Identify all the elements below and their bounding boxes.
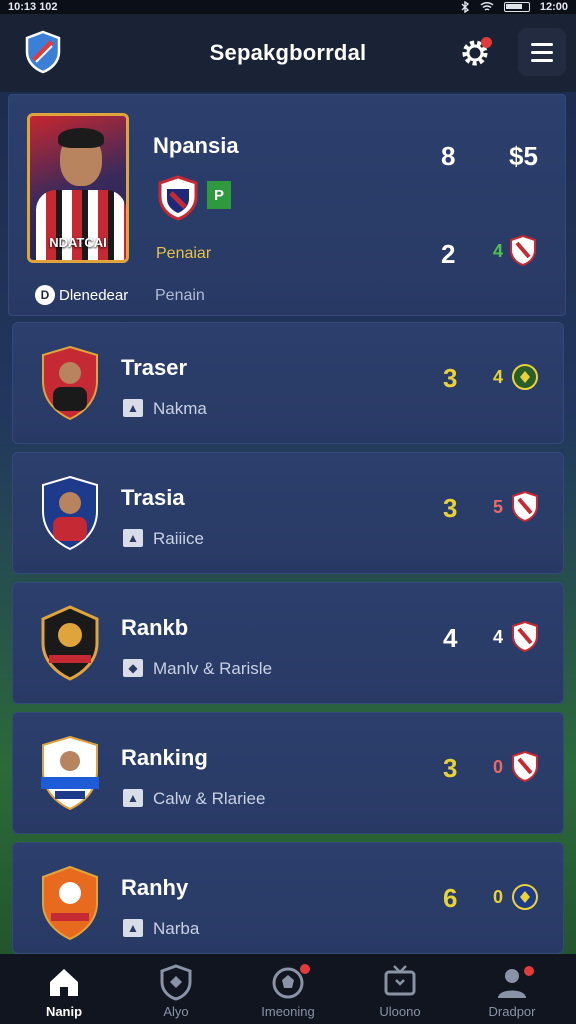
player-hair [58,128,104,148]
app-header: Sepakgborrdal [0,14,576,92]
category-icon: ▲ [123,789,143,807]
row-score: 4 [443,623,458,653]
featured-player-card[interactable]: NDATCAI Npansia P Penaiar D Dlenedear Pe… [8,94,566,316]
hamburger-line [531,50,553,54]
row-name: Trasia [121,485,185,510]
nav-matches[interactable]: Imeoning [234,954,342,1024]
ranking-row[interactable]: Ranhy ▲ Narba 6 0 [12,842,564,954]
status-bar: 10:13 102 12:00 [0,0,576,14]
featured-league: Penaiar [156,245,212,262]
ranking-row[interactable]: Rankb ◆ Manlv & Rarisle 4 4 [12,582,564,704]
row-subtitle: Raiiice [153,529,205,548]
shield-icon [160,964,192,1001]
opponent-crest-icon [512,621,538,653]
notification-dot [481,37,492,48]
nav-home[interactable]: Nanip [10,954,118,1024]
bottom-navigation: Nanip Alyo Imeoning Uloono Dradpor [0,954,576,1024]
hamburger-line [531,58,553,62]
tv-icon [384,965,416,996]
row-name: Ranhy [121,875,189,900]
ranking-row[interactable]: Ranking ▲ Calw & Rlariee 3 0 [12,712,564,834]
footer-circle-icon: D [35,285,55,305]
battery-icon [503,2,530,12]
status-right-text: 12:00 [539,1,568,13]
status-icons: 12:00 [460,1,568,13]
row-subtitle: Nakma [153,399,207,418]
row-small-stat: 5 [493,497,504,517]
status-left-text: 10:13 102 [8,1,58,13]
nav-label: Alyo [163,1004,189,1019]
nav-label: Imeoning [261,1004,315,1019]
row-name: Rankb [121,615,189,640]
team-crest-icon [42,865,98,941]
row-name: Ranking [121,745,208,770]
opponent-crest-icon [510,235,536,267]
opponent-crest-icon [512,884,538,910]
row-subtitle: Narba [153,919,200,938]
opponent-crest-icon [512,491,538,523]
nav-tv[interactable]: Uloono [346,954,454,1024]
nav-label: Uloono [379,1004,421,1019]
player-crest-icon [42,345,98,421]
row-subtitle: Calw & Rlariee [153,789,266,808]
featured-player-name: Npansia [153,133,239,158]
nav-profile[interactable]: Dradpor [458,954,566,1024]
wifi-icon [480,1,494,11]
row-subtitle: Manlv & Rarisle [153,659,273,678]
bluetooth-icon [461,1,469,13]
category-icon: ◆ [123,659,143,677]
nav-notification-dot [524,966,534,976]
row-name: Traser [121,355,188,380]
category-icon: ▲ [123,399,143,417]
player-shirt [36,190,126,260]
featured-stat-b: $5 [509,141,538,171]
nav-label: Nanip [45,1004,83,1019]
ranking-row[interactable]: Traser ▲ Nakma 3 4 [12,322,564,444]
app-logo-shield-icon[interactable] [24,30,62,74]
player-crest-icon [41,735,99,811]
opponent-crest-icon [512,751,538,783]
hamburger-icon [531,42,553,46]
club-crest-icon [158,175,198,221]
featured-stat-c: 2 [441,239,456,269]
ranking-row[interactable]: Trasia ▲ Raiiice 3 5 [12,452,564,574]
nav-notification-dot [300,964,310,974]
player-photo: NDATCAI [27,113,129,263]
app-title: Sepakgborrdal [209,40,367,65]
row-score: 3 [443,363,458,393]
shirt-text: NDATCAI [49,235,107,250]
category-icon: ▲ [123,529,143,547]
team-crest-icon [41,605,99,681]
row-small-stat: 0 [493,757,504,777]
featured-footer-right: Penain [155,287,205,304]
featured-footer-left: Dlenedear [59,287,129,304]
featured-stat-d: 4 [493,241,504,261]
row-score: 3 [443,493,458,523]
category-icon: ▲ [123,919,143,937]
featured-stat-a: 8 [441,141,456,171]
nav-label: Dradpor [488,1004,536,1019]
opponent-crest-icon [512,364,538,390]
menu-button[interactable] [518,28,566,76]
row-score: 6 [443,883,458,913]
row-small-stat: 0 [493,887,504,907]
player-crest-icon [42,475,98,551]
row-small-stat: 4 [493,627,504,647]
row-small-stat: 4 [493,367,504,387]
nav-shield[interactable]: Alyo [122,954,230,1024]
position-badge: P [207,181,231,209]
home-icon [50,969,78,996]
row-score: 3 [443,753,458,783]
